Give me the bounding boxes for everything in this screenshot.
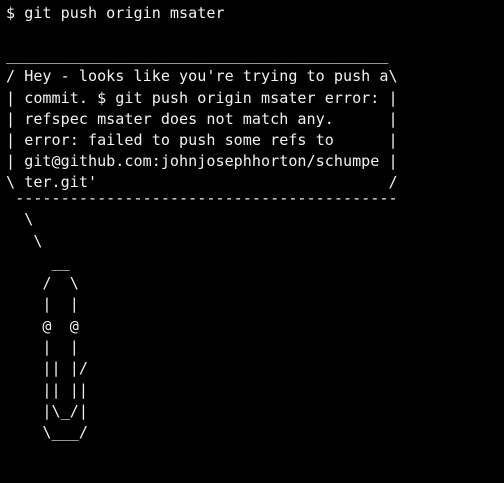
speech-bubble-line: | error: failed to push some refs to | <box>6 131 398 149</box>
speech-bubble-line: / Hey - looks like you're trying to push… <box>6 67 398 85</box>
speech-bubble-top-border: ________________________________________… <box>6 46 389 64</box>
speech-bubble-line: | refspec msater does not match any. | <box>6 110 398 128</box>
terminal-window[interactable]: $ git push origin msater _______________… <box>0 0 504 483</box>
command-prompt-line: $ git push origin msater <box>6 4 225 22</box>
clippy-ascii-art: ----------------------------------------… <box>15 189 398 442</box>
speech-bubble-line: | git@github.com:johnjosephhorton/schump… <box>6 152 398 170</box>
speech-bubble-line: | commit. $ git push origin msater error… <box>6 89 398 107</box>
